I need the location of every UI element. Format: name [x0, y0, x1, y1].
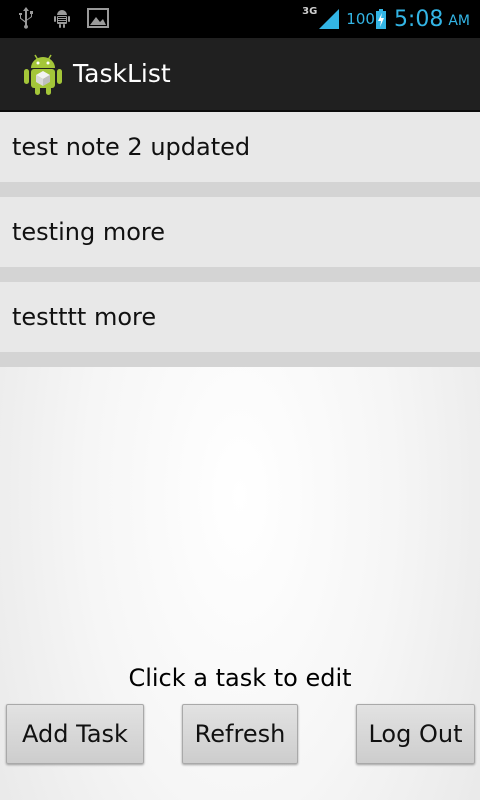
- android-debug-icon: [54, 10, 70, 28]
- android-app-icon[interactable]: [22, 52, 64, 96]
- refresh-button[interactable]: Refresh: [182, 704, 298, 764]
- edit-hint-text: Click a task to edit: [128, 664, 352, 692]
- action-bar: TaskList: [0, 38, 480, 112]
- task-item[interactable]: testing more: [0, 197, 480, 282]
- status-bar: 3G 100 5:08 AM: [0, 0, 480, 38]
- signal-icon: [319, 9, 340, 29]
- app-title: TaskList: [73, 59, 171, 88]
- task-item[interactable]: testttt more: [0, 282, 480, 367]
- battery-level: 100: [346, 10, 375, 28]
- system-status: 3G 100 5:08 AM: [302, 0, 470, 38]
- notification-icons: [14, 6, 110, 30]
- task-item[interactable]: test note 2 updated: [0, 112, 480, 197]
- task-list: test note 2 updated testing more testttt…: [0, 112, 480, 367]
- clock-ampm: AM: [448, 13, 470, 29]
- image-icon: [87, 8, 109, 28]
- usb-icon: [19, 7, 33, 29]
- network-type: 3G: [302, 5, 318, 17]
- battery-charging-icon: [375, 9, 386, 29]
- log-out-button[interactable]: Log Out: [356, 704, 475, 764]
- add-task-button[interactable]: Add Task: [6, 704, 144, 764]
- clock-time: 5:08: [393, 6, 444, 32]
